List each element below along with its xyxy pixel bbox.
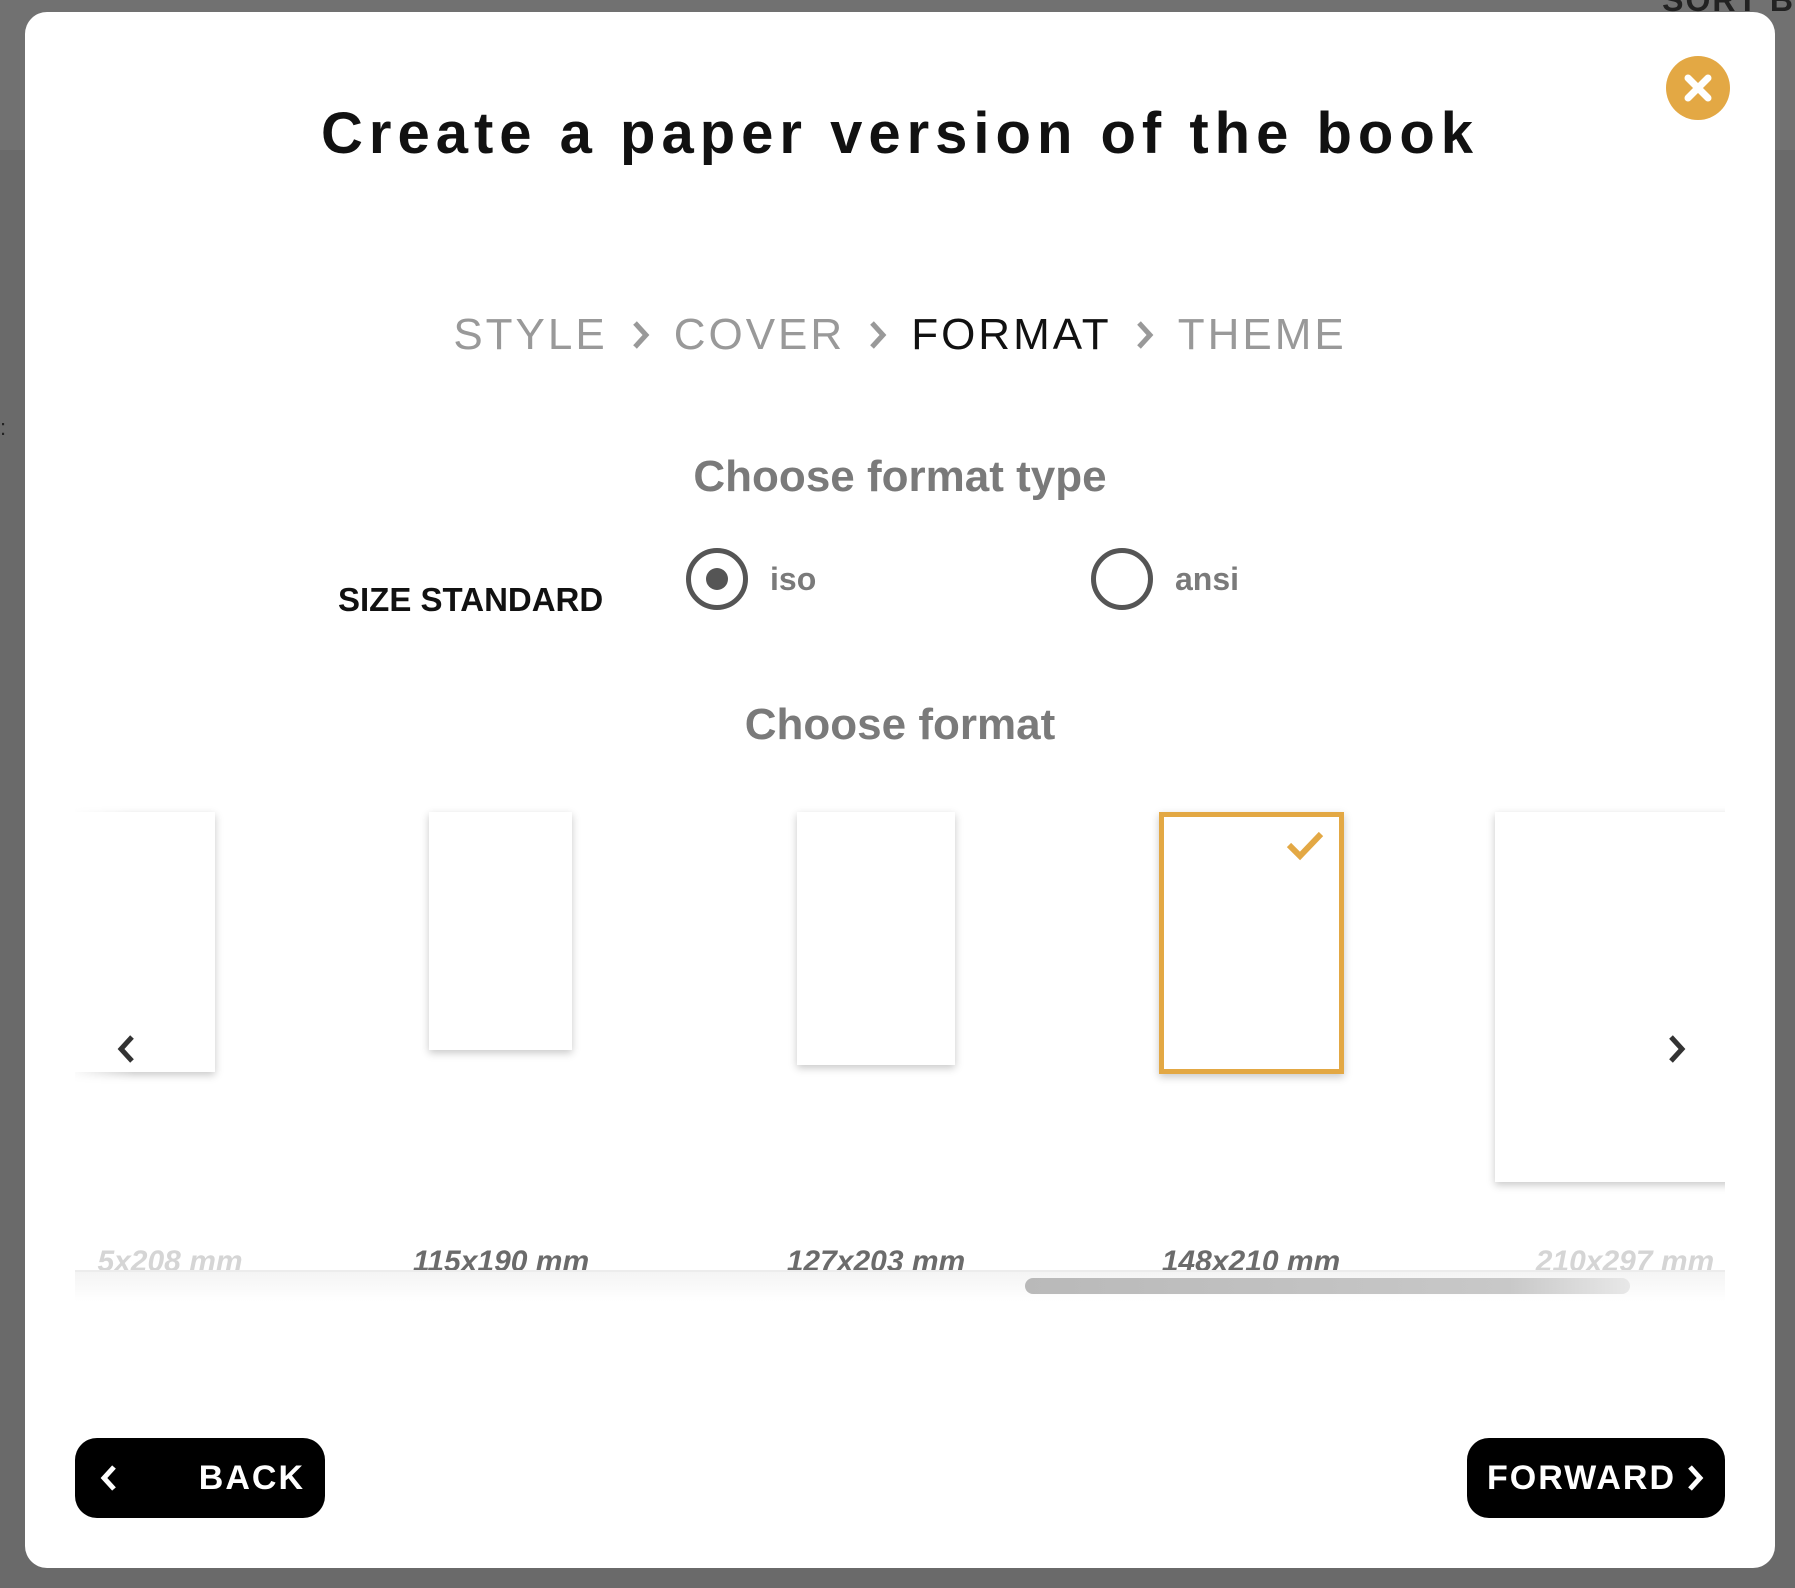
carousel-scrollbar-thumb[interactable] xyxy=(1025,1278,1630,1294)
forward-button[interactable]: FORWARD xyxy=(1467,1438,1725,1518)
carousel-next-button[interactable] xyxy=(1655,1027,1699,1071)
radio-ansi[interactable]: ansi xyxy=(1091,548,1239,610)
create-paper-version-modal: Create a paper version of the book STYLE… xyxy=(25,12,1775,1568)
carousel-prev-button[interactable] xyxy=(104,1027,148,1071)
chevron-right-icon xyxy=(867,318,889,352)
back-button-label: BACK xyxy=(198,1458,305,1497)
chevron-right-icon xyxy=(1688,1465,1704,1491)
format-card-115x190[interactable] xyxy=(429,812,572,1050)
radio-iso[interactable]: iso xyxy=(686,548,816,610)
chevron-right-icon xyxy=(1134,318,1156,352)
size-standard-label: SIZE STANDARD xyxy=(338,581,604,618)
modal-title: Create a paper version of the book xyxy=(320,101,1480,166)
radio-ansi-circle[interactable] xyxy=(1091,548,1153,610)
chevron-right-icon xyxy=(1669,1035,1686,1063)
step-format[interactable]: FORMAT xyxy=(911,310,1112,360)
chevron-left-icon xyxy=(117,1035,134,1063)
format-carousel xyxy=(75,782,1725,1302)
radio-selected-dot xyxy=(706,568,728,590)
back-button[interactable]: BACK xyxy=(75,1438,325,1518)
chevron-left-icon xyxy=(100,1465,116,1491)
format-card-127x203[interactable] xyxy=(797,812,955,1065)
radio-iso-circle[interactable] xyxy=(686,548,748,610)
format-card-148x210[interactable] xyxy=(1159,812,1344,1074)
checkmark-icon xyxy=(1286,831,1324,861)
step-cover[interactable]: COVER xyxy=(674,310,845,360)
step-style[interactable]: STYLE xyxy=(453,310,607,360)
format-card-210x297[interactable] xyxy=(1495,812,1725,1182)
step-theme[interactable]: THEME xyxy=(1178,310,1347,360)
format-type-heading: Choose format type xyxy=(693,452,1107,501)
format-heading: Choose format xyxy=(744,700,1056,749)
wizard-steps: STYLE COVER FORMAT THEME xyxy=(25,310,1775,360)
backdrop-fragment: : xyxy=(0,415,7,440)
radio-iso-label: iso xyxy=(770,560,817,597)
radio-ansi-label: ansi xyxy=(1175,560,1240,597)
forward-button-label: FORWARD xyxy=(1487,1458,1677,1497)
chevron-right-icon xyxy=(630,318,652,352)
